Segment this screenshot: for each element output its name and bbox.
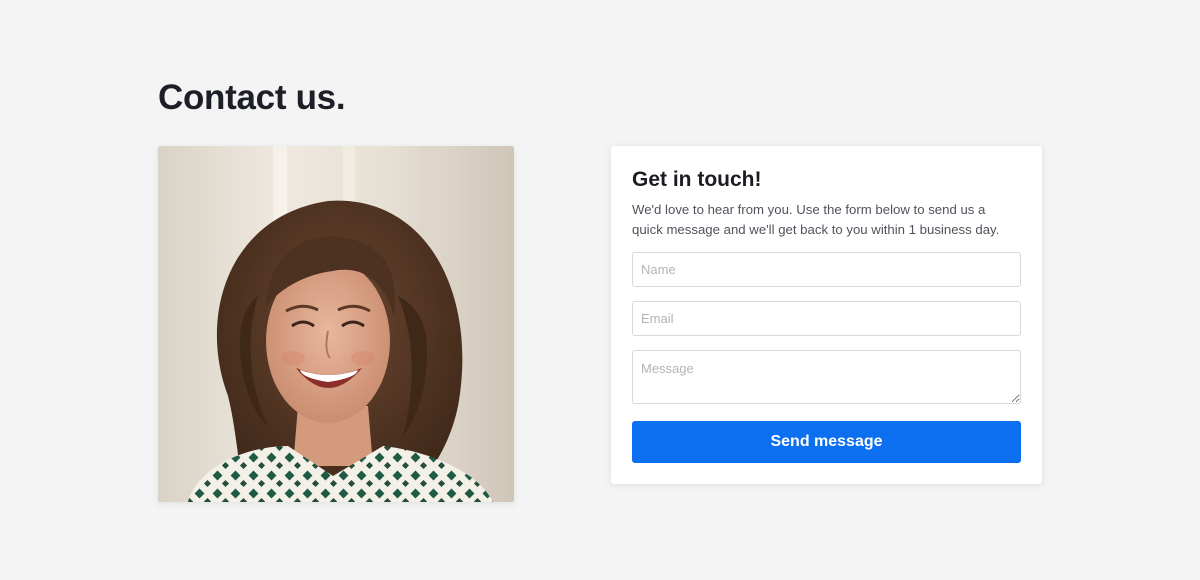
message-textarea[interactable] (632, 350, 1021, 404)
portrait-illustration (158, 146, 514, 502)
form-heading: Get in touch! (632, 168, 762, 191)
contact-photo (158, 146, 514, 502)
name-input[interactable] (632, 252, 1021, 287)
page-title: Contact us. (158, 78, 346, 117)
contact-form-card: Get in touch! We'd love to hear from you… (611, 146, 1042, 484)
form-description: We'd love to hear from you. Use the form… (632, 202, 1000, 237)
send-message-button[interactable]: Send message (632, 421, 1021, 463)
contact-form: Send message (632, 252, 1021, 463)
email-input[interactable] (632, 301, 1021, 336)
contact-page: Contact us. Get in touch! We'd love to h… (0, 0, 1200, 580)
